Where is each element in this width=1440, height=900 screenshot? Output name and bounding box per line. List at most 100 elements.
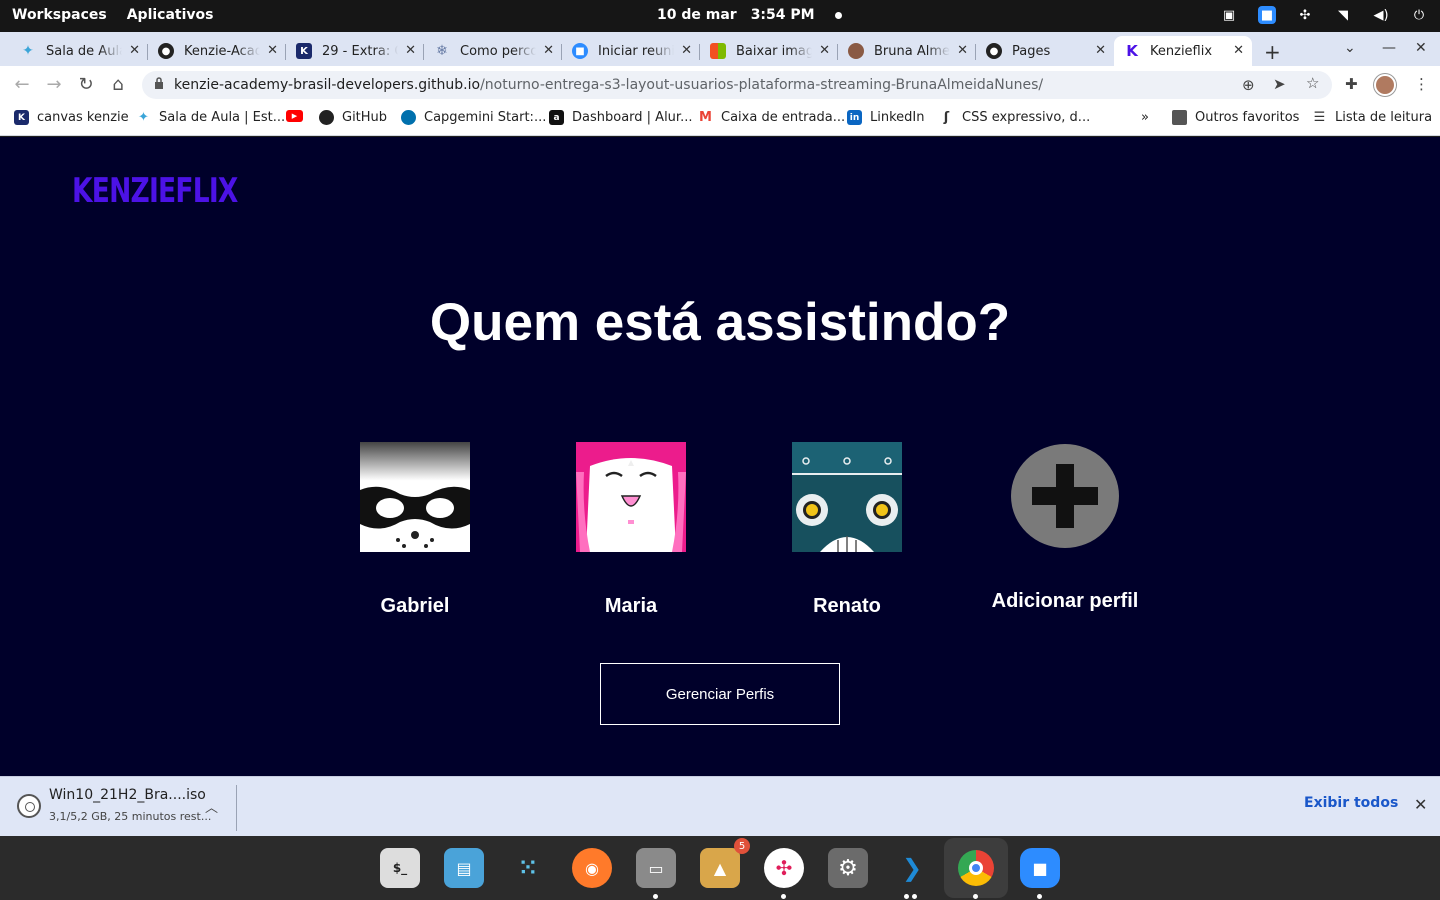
slack-tray-icon[interactable]: ✣ (1296, 6, 1314, 24)
more-bookmarks-button[interactable]: » (1141, 110, 1149, 125)
minimize-icon[interactable]: — (1382, 40, 1396, 56)
tab-title: 29 - Extra: O (322, 43, 398, 59)
bookmark-star-icon[interactable]: ☆ (1306, 74, 1319, 92)
tab-iniciar-reuniao[interactable]: ■ Iniciar reuni ✕ (562, 36, 700, 66)
github-icon: ● (158, 43, 174, 59)
close-tab-icon[interactable]: ✕ (405, 43, 416, 58)
applications-button[interactable]: Aplicativos (127, 7, 214, 23)
terminal-icon[interactable]: $_ (380, 848, 420, 888)
other-favorites-folder[interactable]: Outros favoritos (1172, 110, 1299, 125)
bookmark-sala-de-aula[interactable]: ✦ Sala de Aula | Est... (136, 110, 285, 125)
youtube-icon: ▶ (286, 110, 303, 122)
kenzie-star-icon: ✦ (22, 43, 34, 59)
tab-title: Como percor (460, 43, 536, 59)
raccoon-avatar[interactable] (360, 442, 470, 552)
zoom-magnifier-icon[interactable]: ⊕ (1242, 76, 1255, 94)
add-profile[interactable]: Adicionar perfil (985, 442, 1145, 613)
github-icon (319, 110, 334, 125)
extensions-puzzle-icon[interactable]: ✚ (1345, 75, 1358, 93)
close-download-bar-icon[interactable]: ✕ (1414, 795, 1427, 814)
tab-sala-de-aula[interactable]: ✦ Sala de Aula ✕ (10, 36, 148, 66)
bookmark-gmail[interactable]: M Caixa de entrada... (698, 110, 845, 125)
pink-cat-avatar[interactable] (576, 442, 686, 552)
notification-badge: 5 (734, 838, 750, 854)
teal-robot-avatar[interactable] (792, 442, 902, 552)
kenzie-k-icon: K (1126, 42, 1138, 60)
tab-kenzieflix[interactable]: K Kenzieflix ✕ (1114, 36, 1252, 66)
menu-kebab-icon[interactable]: ⋮ (1414, 75, 1429, 93)
tab-bruna-almeida[interactable]: Bruna Almei ✕ (838, 36, 976, 66)
close-window-icon[interactable]: ✕ (1415, 40, 1427, 56)
download-status: 3,1/5,2 GB, 25 minutos rest... (49, 810, 212, 823)
bookmark-linkedin[interactable]: in LinkedIn (847, 110, 924, 125)
zoom-icon[interactable]: ■ (1020, 848, 1060, 888)
bookmark-label: Caixa de entrada... (721, 110, 846, 125)
vscode-icon[interactable]: ❯ (892, 848, 932, 888)
bookmark-youtube[interactable]: ▶ (286, 110, 311, 122)
volume-icon[interactable]: ◀) (1372, 6, 1390, 24)
download-filename[interactable]: Win10_21H2_Bra....iso (49, 787, 206, 803)
installer-icon[interactable]: ▲ (700, 848, 740, 888)
zoom-tray-icon[interactable]: ■ (1258, 6, 1276, 24)
send-icon[interactable]: ➤ (1273, 75, 1286, 93)
app-grid-icon[interactable]: ⁙ (508, 848, 548, 888)
chrome-running-slot[interactable] (944, 838, 1008, 898)
clock[interactable]: 10 de mar 3:54 PM (657, 7, 842, 23)
home-icon[interactable]: ⌂ (106, 74, 130, 95)
address-bar[interactable]: kenzie-academy-brasil-developers.github.… (142, 71, 1332, 99)
bookmark-github[interactable]: GitHub (319, 110, 387, 125)
bookmark-label: Dashboard | Alur... (572, 110, 693, 125)
kenzie-star-icon: ✦ (138, 110, 149, 125)
forward-icon[interactable]: → (42, 74, 66, 95)
manage-profiles-button[interactable]: Gerenciar Perfis (600, 663, 840, 725)
tab-baixar-imagem[interactable]: Baixar image ✕ (700, 36, 838, 66)
reading-list-button[interactable]: ☰ Lista de leitura (1312, 110, 1432, 125)
back-icon[interactable]: ← (10, 74, 34, 95)
profile-renato[interactable]: Renato (767, 442, 927, 618)
bookmark-css-expressivo[interactable]: ʃ CSS expressivo, d... (939, 110, 1090, 125)
bookmark-label: CSS expressivo, d... (962, 110, 1091, 125)
close-tab-icon[interactable]: ✕ (267, 43, 278, 58)
tab-kenzie-academy[interactable]: ● Kenzie-Acad ✕ (148, 36, 286, 66)
tab-extra[interactable]: K 29 - Extra: O ✕ (286, 36, 424, 66)
zoom-icon: ■ (572, 43, 588, 59)
kenzie-k-icon: K (14, 110, 29, 125)
new-tab-button[interactable]: + (1264, 40, 1281, 64)
close-tab-icon[interactable]: ✕ (1095, 43, 1106, 58)
show-all-downloads-button[interactable]: Exibir todos (1304, 795, 1398, 811)
reload-icon[interactable]: ↻ (74, 74, 98, 95)
tab-title: Kenzie-Acad (184, 43, 260, 59)
close-tab-icon[interactable]: ✕ (129, 43, 140, 58)
bookmark-label: GitHub (342, 110, 388, 125)
tab-pages[interactable]: ● Pages ✕ (976, 36, 1114, 66)
files-icon[interactable]: ▭ (636, 848, 676, 888)
tab-search-icon[interactable]: ⌄ (1344, 40, 1356, 56)
bookmark-alura[interactable]: a Dashboard | Alur... (549, 110, 692, 125)
screen-share-icon[interactable]: ▣ (1220, 6, 1238, 24)
tab-como-percorrer[interactable]: ❄ Como percor ✕ (424, 36, 562, 66)
close-tab-icon[interactable]: ✕ (1233, 43, 1244, 58)
text-editor-icon[interactable]: ▤ (444, 848, 484, 888)
firefox-icon[interactable]: ◉ (572, 848, 612, 888)
close-tab-icon[interactable]: ✕ (819, 43, 830, 58)
close-tab-icon[interactable]: ✕ (957, 43, 968, 58)
chevron-up-icon[interactable]: ︿ (205, 797, 218, 816)
power-icon[interactable]: ⏻ (1410, 6, 1428, 24)
clock-date: 10 de mar (657, 7, 737, 23)
profile-avatar[interactable] (1374, 74, 1396, 96)
close-tab-icon[interactable]: ✕ (681, 43, 692, 58)
wifi-icon[interactable]: ◥ (1334, 6, 1352, 24)
close-tab-icon[interactable]: ✕ (543, 43, 554, 58)
kenzieflix-logo[interactable]: KENZIEFLIX (72, 171, 238, 211)
workspaces-button[interactable]: Workspaces (12, 7, 107, 23)
slack-icon[interactable]: ✣ (764, 848, 804, 888)
bookmark-capgemini[interactable]: Capgemini Start:... (401, 110, 546, 125)
bookmark-canvas-kenzie[interactable]: Kcanvas kenzie (14, 110, 129, 125)
tab-title: Bruna Almei (874, 43, 950, 59)
profile-maria[interactable]: Maria (551, 442, 711, 618)
bookmark-label: canvas kenzie (37, 110, 129, 125)
system-top-bar: Workspaces Aplicativos 10 de mar 3:54 PM… (0, 0, 1440, 32)
settings-icon[interactable]: ⚙ (828, 848, 868, 888)
plus-circle-icon[interactable] (1010, 442, 1120, 550)
profile-gabriel[interactable]: Gabriel (335, 442, 495, 618)
